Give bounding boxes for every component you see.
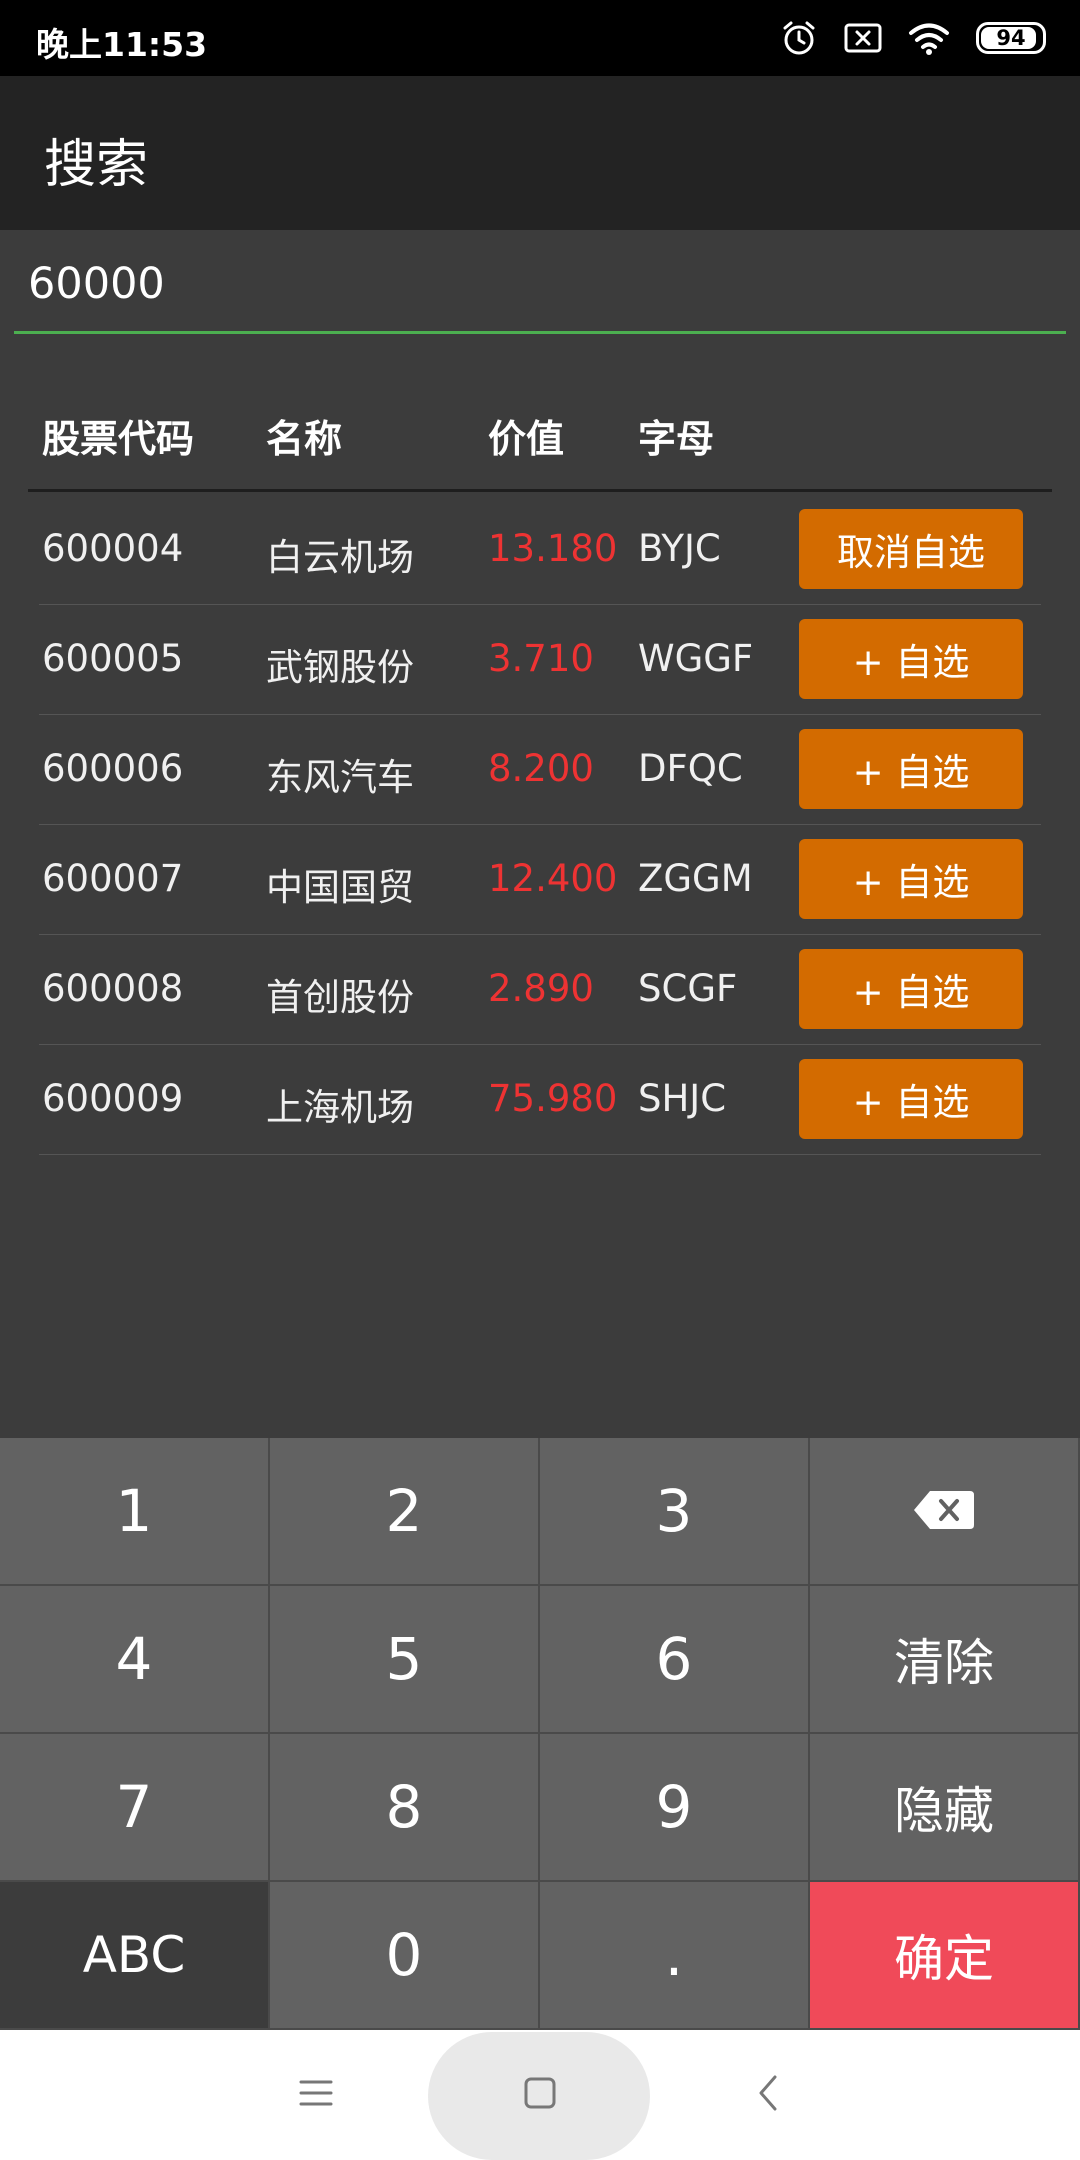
add-favorite-button[interactable]: + 自选 <box>799 839 1023 919</box>
table-row: 600008 首创股份 2.890 SCGF + 自选 <box>39 935 1041 1045</box>
remove-favorite-button[interactable]: 取消自选 <box>799 509 1023 589</box>
key-2[interactable]: 2 <box>270 1438 540 1586</box>
backspace-key[interactable] <box>810 1438 1080 1586</box>
table-row: 600007 中国国贸 12.400 ZGGM + 自选 <box>39 825 1041 935</box>
back-icon <box>755 2073 781 2117</box>
stock-letters: SHJC <box>638 1077 727 1120</box>
stock-code: 600007 <box>42 857 184 900</box>
stock-letters: DFQC <box>638 747 743 790</box>
stock-name: 东风汽车 <box>266 756 414 799</box>
sim-error-icon <box>844 23 882 53</box>
key-7[interactable]: 7 <box>0 1734 270 1882</box>
search-underline <box>14 331 1066 334</box>
alarm-icon <box>780 19 818 57</box>
stock-letters: ZGGM <box>638 857 753 900</box>
status-icons: 94 <box>780 16 1046 60</box>
key-1[interactable]: 1 <box>0 1438 270 1586</box>
stock-code: 600005 <box>42 637 184 680</box>
search-field <box>14 232 1066 334</box>
stock-letters: WGGF <box>638 637 754 680</box>
stock-name: 首创股份 <box>266 976 414 1019</box>
header-price: 价值 <box>488 417 565 461</box>
stock-name: 上海机场 <box>266 1086 414 1129</box>
header-letters: 字母 <box>638 417 715 461</box>
stock-letters: BYJC <box>638 527 721 570</box>
key-4[interactable]: 4 <box>0 1586 270 1734</box>
stock-code: 600004 <box>42 527 184 570</box>
stock-price: 13.180 <box>488 527 618 570</box>
numeric-keyboard: 1 2 3 4 5 6 清除 7 8 9 隐藏 ABC 0 . 确定 <box>0 1438 1080 2030</box>
add-favorite-button[interactable]: + 自选 <box>799 1059 1023 1139</box>
battery-level: 94 <box>996 26 1026 50</box>
backspace-icon <box>912 1477 976 1545</box>
key-8[interactable]: 8 <box>270 1734 540 1882</box>
status-time: 晚上11:53 <box>36 25 208 64</box>
key-0[interactable]: 0 <box>270 1882 540 2030</box>
header-name: 名称 <box>266 417 343 461</box>
status-bar: 晚上11:53 94 <box>0 0 1080 76</box>
battery-icon: 94 <box>976 22 1046 54</box>
stock-price: 2.890 <box>488 967 594 1010</box>
stock-letters: SCGF <box>638 967 738 1010</box>
menu-icon <box>298 2078 334 2112</box>
add-favorite-button[interactable]: + 自选 <box>799 619 1023 699</box>
home-button[interactable] <box>480 2030 600 2160</box>
header-code: 股票代码 <box>42 417 195 461</box>
stock-price: 8.200 <box>488 747 594 790</box>
search-input[interactable] <box>28 252 1048 316</box>
back-button[interactable] <box>708 2030 828 2160</box>
table-row: 600005 武钢股份 3.710 WGGF + 自选 <box>39 605 1041 715</box>
abc-key[interactable]: ABC <box>0 1882 270 2030</box>
confirm-key[interactable]: 确定 <box>810 1882 1080 2030</box>
key-6[interactable]: 6 <box>540 1586 810 1734</box>
stock-code: 600009 <box>42 1077 184 1120</box>
stock-code: 600008 <box>42 967 184 1010</box>
stock-code: 600006 <box>42 747 184 790</box>
stock-table: 股票代码 名称 价值 字母 600004 白云机场 13.180 BYJC 取消… <box>28 390 1052 1155</box>
stock-price: 75.980 <box>488 1077 618 1120</box>
stock-price: 3.710 <box>488 637 594 680</box>
home-icon <box>523 2076 557 2114</box>
menu-button[interactable] <box>256 2030 376 2160</box>
stock-name: 中国国贸 <box>266 866 414 909</box>
clear-key[interactable]: 清除 <box>810 1586 1080 1734</box>
add-favorite-button[interactable]: + 自选 <box>799 949 1023 1029</box>
table-row: 600004 白云机场 13.180 BYJC 取消自选 <box>39 495 1041 605</box>
stock-name: 白云机场 <box>266 536 414 579</box>
table-header: 股票代码 名称 价值 字母 <box>28 390 1052 492</box>
add-favorite-button[interactable]: + 自选 <box>799 729 1023 809</box>
key-3[interactable]: 3 <box>540 1438 810 1586</box>
table-row: 600009 上海机场 75.980 SHJC + 自选 <box>39 1045 1041 1155</box>
hide-keyboard-key[interactable]: 隐藏 <box>810 1734 1080 1882</box>
stock-name: 武钢股份 <box>266 646 414 689</box>
app-bar: 搜索 <box>0 76 1080 230</box>
stock-price: 12.400 <box>488 857 618 900</box>
system-nav-bar <box>0 2030 1080 2160</box>
key-9[interactable]: 9 <box>540 1734 810 1882</box>
key-5[interactable]: 5 <box>270 1586 540 1734</box>
wifi-icon <box>908 21 950 55</box>
table-row: 600006 东风汽车 8.200 DFQC + 自选 <box>39 715 1041 825</box>
key-dot[interactable]: . <box>540 1882 810 2030</box>
page-title: 搜索 <box>44 135 149 195</box>
